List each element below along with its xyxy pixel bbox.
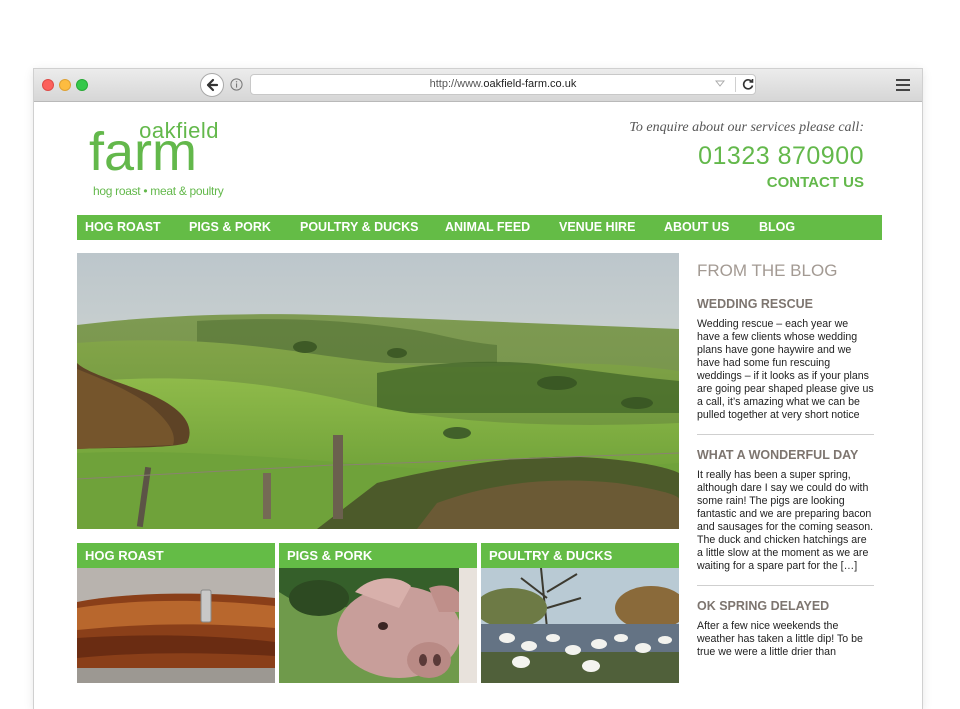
logo-tagline: hog roast • meat & poultry — [93, 184, 224, 198]
close-window-button[interactable] — [42, 79, 54, 91]
nav-hog-roast[interactable]: HOG ROAST — [85, 215, 161, 240]
hog-roast-image — [77, 568, 275, 683]
blog-post-excerpt: Wedding rescue – each year we have a few… — [697, 318, 874, 421]
nav-pigs-pork[interactable]: PIGS & PORK — [189, 215, 271, 240]
contact-us-link[interactable]: CONTACT US — [767, 174, 864, 191]
browser-window: http://www.oakfield-farm.co.uk oakfield … — [34, 69, 922, 709]
url-text: http://www.oakfield-farm.co.uk — [429, 78, 577, 90]
nav-blog[interactable]: BLOG — [759, 215, 795, 240]
tile-pigs-pork[interactable]: PIGS & PORK — [279, 543, 477, 683]
nav-about-us[interactable]: ABOUT US — [664, 215, 729, 240]
pig-image — [279, 568, 477, 683]
phone-number[interactable]: 01323 870900 — [698, 142, 864, 171]
blog-post-excerpt: After a few nice weekends the weather ha… — [697, 620, 863, 658]
reload-icon[interactable] — [741, 77, 755, 91]
nav-venue-hire[interactable]: VENUE HIRE — [559, 215, 635, 240]
sidebar-title: FROM THE BLOG — [697, 261, 838, 280]
tile-hog-roast[interactable]: HOG ROAST — [77, 543, 275, 683]
address-bar[interactable]: http://www.oakfield-farm.co.uk — [250, 74, 756, 95]
info-icon[interactable] — [230, 78, 243, 91]
blog-post-title[interactable]: OK SPRING DELAYED — [697, 599, 874, 613]
hero-landscape-image — [77, 253, 679, 529]
nav-poultry-ducks[interactable]: POULTRY & DUCKS — [300, 215, 419, 240]
ducks-image — [481, 568, 679, 683]
maximize-window-button[interactable] — [76, 79, 88, 91]
tile-poultry-ducks[interactable]: POULTRY & DUCKS — [481, 543, 679, 683]
blog-sidebar: FROM THE BLOG WEDDING RESCUE Wedding res… — [697, 253, 874, 671]
tile-hog-roast-title: HOG ROAST — [77, 543, 275, 568]
enquire-text: To enquire about our services please cal… — [629, 120, 864, 135]
nav-animal-feed[interactable]: ANIMAL FEED — [445, 215, 530, 240]
blog-post-excerpt: It really has been a super spring, altho… — [697, 469, 874, 572]
site-logo[interactable]: oakfield farm hog roast • meat & poultry — [89, 118, 231, 200]
back-button[interactable] — [200, 73, 224, 97]
tile-pigs-pork-title: PIGS & PORK — [279, 543, 477, 568]
hamburger-menu-icon[interactable] — [896, 79, 910, 91]
divider — [697, 585, 874, 586]
divider — [697, 434, 874, 435]
divider — [735, 77, 736, 92]
main-nav: HOG ROAST PIGS & PORK POULTRY & DUCKS AN… — [77, 215, 882, 240]
minimize-window-button[interactable] — [59, 79, 71, 91]
blog-post-title[interactable]: WHAT A WONDERFUL DAY — [697, 448, 874, 462]
blog-post-title[interactable]: WEDDING RESCUE — [697, 297, 874, 311]
tile-poultry-ducks-title: POULTRY & DUCKS — [481, 543, 679, 568]
dropdown-triangle-icon[interactable] — [715, 80, 725, 88]
browser-toolbar: http://www.oakfield-farm.co.uk — [34, 69, 922, 102]
logo-text-main: farm — [89, 122, 197, 182]
arrow-left-icon — [206, 78, 219, 92]
